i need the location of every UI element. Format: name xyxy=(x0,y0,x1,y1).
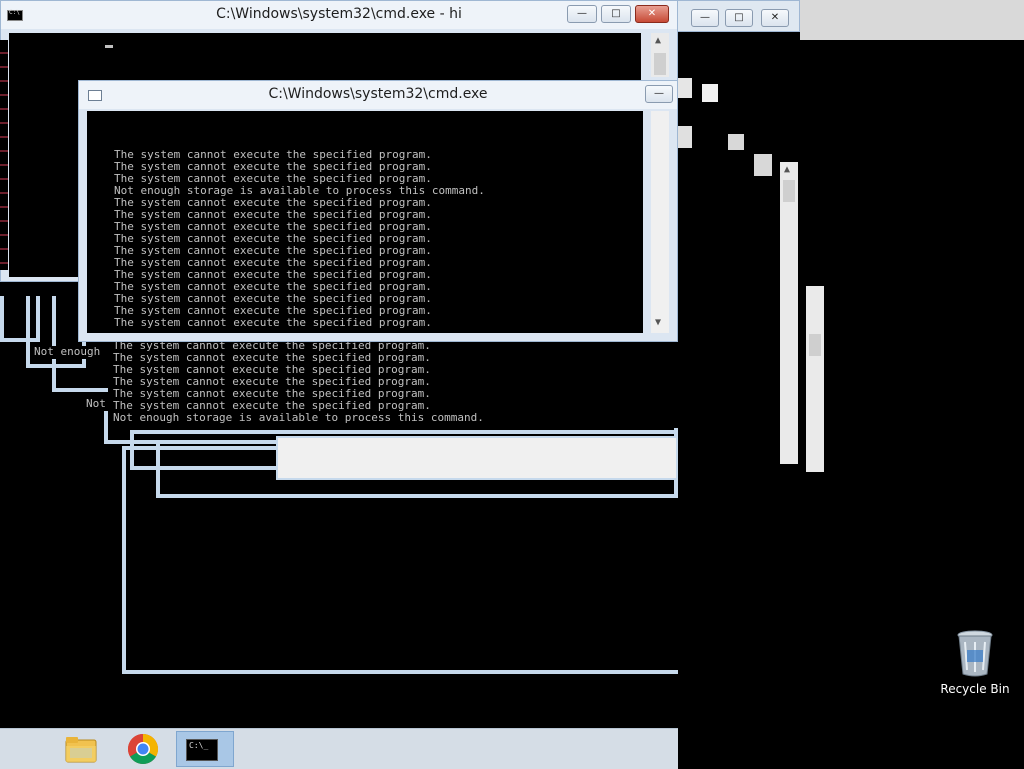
cmd-window-front-console[interactable]: The system cannot execute the specified … xyxy=(87,111,643,333)
taskbar-file-explorer[interactable] xyxy=(56,731,106,767)
cmd-window-front-titlebar[interactable]: C:\Windows\system32\cmd.exe — xyxy=(79,81,677,109)
ghost-frame-7 xyxy=(122,446,678,674)
console-output-line: The system cannot execute the specified … xyxy=(114,316,432,329)
cmd-window-front-scrollbar[interactable]: ▼ xyxy=(651,111,669,333)
cmd-window-back-scrollbar[interactable]: ▲ xyxy=(651,33,669,77)
cmd-window-front-title: C:\Windows\system32\cmd.exe xyxy=(268,86,488,102)
echo-console: The system cannot execute the specified … xyxy=(108,340,678,428)
desktop-band xyxy=(800,0,1024,40)
background-window-titlebar: — □ ✕ xyxy=(676,0,800,32)
close-button[interactable]: ✕ xyxy=(635,5,669,23)
scroll-fragment-5 xyxy=(754,154,772,176)
console-cursor xyxy=(105,45,113,48)
recycle-bin-icon[interactable] xyxy=(955,630,995,678)
cmd-window-back-scroll-thumb[interactable] xyxy=(654,53,666,75)
scroll-fragment-4 xyxy=(728,134,744,150)
scroll-down-arrow-icon[interactable]: ▼ xyxy=(655,317,661,328)
scroll-fragment-1 xyxy=(676,78,692,98)
taskbar-chrome[interactable] xyxy=(118,731,168,767)
echo-console-text: The system cannot execute the specified … xyxy=(113,340,678,424)
maximize-button-bg[interactable]: □ xyxy=(725,9,753,27)
taskbar: C:\_ xyxy=(0,728,678,769)
cmd-app-icon: C:\ xyxy=(7,9,23,21)
echo-output-line: Not enough storage is available to proce… xyxy=(113,411,484,424)
recycle-bin-label: Recycle Bin xyxy=(940,682,1010,696)
minimize-button-bg[interactable]: — xyxy=(691,9,719,27)
scroll-fragment-3 xyxy=(676,126,692,148)
cmd-window-back-titlebar[interactable]: C:\ C:\Windows\system32\cmd.exe - hi — □… xyxy=(1,1,677,29)
left-edge-artifacts xyxy=(0,40,8,270)
stray-scrollbar-2-thumb[interactable] xyxy=(809,334,821,356)
maximize-button[interactable]: □ xyxy=(601,5,631,23)
window-icon xyxy=(88,90,102,101)
scroll-up-arrow-icon[interactable]: ▲ xyxy=(655,35,661,46)
taskbar-command-prompt[interactable]: C:\_ xyxy=(176,731,234,767)
chrome-icon xyxy=(127,734,159,765)
cmd-window-front-text: The system cannot execute the specified … xyxy=(87,111,643,329)
fragment-not-enough: Not enough xyxy=(34,346,112,359)
stray-scrollbar-1-thumb[interactable] xyxy=(783,180,795,202)
cmd-icon: C:\_ xyxy=(186,739,218,761)
ghost-panel xyxy=(276,436,678,480)
recycle-bin[interactable]: Recycle Bin xyxy=(940,630,1010,700)
minimize-button[interactable]: — xyxy=(645,85,673,103)
scroll-fragment-2 xyxy=(702,84,718,102)
folder-icon xyxy=(65,737,97,763)
stray-scrollbar-1[interactable]: ▲ xyxy=(780,162,798,464)
scroll-up-arrow-icon[interactable]: ▲ xyxy=(784,164,790,175)
stray-scrollbar-2[interactable] xyxy=(806,286,824,472)
fragment-not: Not xyxy=(86,398,112,411)
close-button-bg[interactable]: ✕ xyxy=(761,9,789,27)
cmd-window-front[interactable]: C:\Windows\system32\cmd.exe — The system… xyxy=(78,80,678,342)
minimize-button[interactable]: — xyxy=(567,5,597,23)
